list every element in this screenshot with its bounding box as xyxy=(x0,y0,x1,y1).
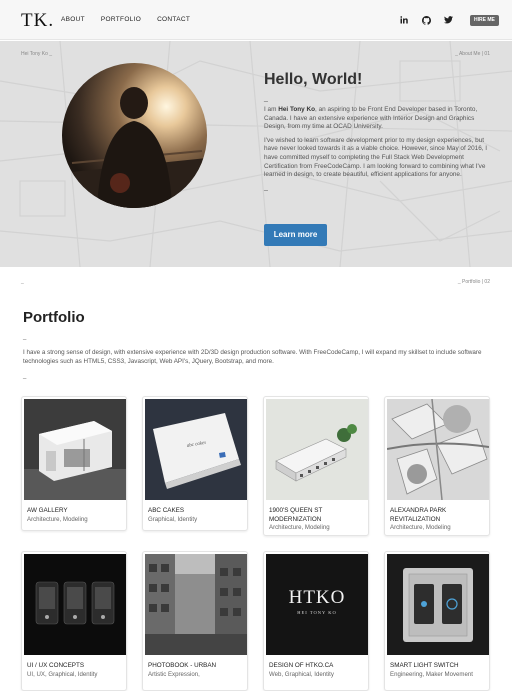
hero-tag-left: Hei Tony Ko _ xyxy=(21,51,53,57)
portfolio-card-ui-ux[interactable]: UI / UX CONCEPTS UI, UX, Graphical, Iden… xyxy=(21,551,127,691)
card-subtitle: Web, Graphical, Identity xyxy=(269,670,334,678)
card-title-text: AW GALLERY xyxy=(27,507,68,514)
portfolio-card-alexandra-park[interactable]: ALEXANDRA PARK REVITALIZATION Architectu… xyxy=(384,396,490,536)
github-icon[interactable] xyxy=(420,14,432,26)
portfolio-card-htko[interactable]: HTKO HEI TONY KO DESIGN OF HTKO.CA Web, … xyxy=(263,551,369,691)
portfolio-card-smart-switch[interactable]: SMART LIGHT SWITCH Engineering, Maker Mo… xyxy=(384,551,490,691)
card-title: SMART LIGHT SWITCH Engineering, Maker Mo… xyxy=(390,662,488,679)
card-subtitle: Graphical, Identity xyxy=(148,515,198,523)
hero-title: Hello, World! xyxy=(264,71,363,88)
portfolio-description: I have a strong sense of design, with ex… xyxy=(23,349,482,365)
social-links: HIRE ME xyxy=(398,14,499,26)
card-subtitle: Architecture, Modeling xyxy=(269,524,330,531)
card-subtitle: UI, UX, Graphical, Identity xyxy=(27,670,98,678)
project-thumbnail xyxy=(387,554,489,655)
card-title-text: PHOTOBOOK - URBAN xyxy=(148,662,217,669)
card-subtitle: Architecture, Modeling xyxy=(27,515,88,523)
nav-link-portfolio[interactable]: PORTFOLIO xyxy=(101,16,141,23)
card-title: PHOTOBOOK - URBAN Artistic Expression, xyxy=(148,662,246,679)
card-subtitle: Artistic Expression, xyxy=(148,670,200,678)
card-title: ABC CAKES Graphical, Identity xyxy=(148,507,246,524)
card-title: ALEXANDRA PARK REVITALIZATION Architectu… xyxy=(390,507,488,533)
divider-dash: _ xyxy=(23,373,27,379)
card-title-text: DESIGN OF HTKO.CA xyxy=(269,662,334,669)
linkedin-icon[interactable] xyxy=(398,14,410,26)
card-subtitle: Architecture, Modeling xyxy=(390,524,451,531)
card-title: DESIGN OF HTKO.CA Web, Graphical, Identi… xyxy=(269,662,367,679)
portfolio-card-photobook[interactable]: PHOTOBOOK - URBAN Artistic Expression, xyxy=(142,551,248,691)
card-title-text: 1900'S QUEEN ST MODERNIZATION xyxy=(269,507,323,523)
project-thumbnail xyxy=(387,399,489,500)
section-number-portfolio: _ Portfolio | 02 xyxy=(457,279,490,285)
portfolio-card-aw-gallery[interactable]: AW GALLERY Architecture, Modeling xyxy=(21,396,127,531)
top-navbar: TK. ABOUT PORTFOLIO CONTACT HIRE ME xyxy=(0,0,512,40)
nav-link-about[interactable]: ABOUT xyxy=(61,16,85,23)
card-subtitle: Engineering, Maker Movement xyxy=(390,670,473,678)
project-thumbnail xyxy=(24,554,126,655)
section-number-about: _ About Me | 01 xyxy=(455,51,490,57)
profile-avatar xyxy=(62,63,207,208)
portfolio-card-abc-cakes[interactable]: abc cakes ABC CAKES Graphical, Identity xyxy=(142,396,248,531)
about-paragraph-2: I've wished to learn software developmen… xyxy=(264,136,488,179)
site-logo[interactable]: TK. xyxy=(21,10,54,32)
card-title-text: UI / UX CONCEPTS xyxy=(27,662,85,669)
portfolio-card-queen-st[interactable]: 1900'S QUEEN ST MODERNIZATION Architectu… xyxy=(263,396,369,536)
about-section: Hei Tony Ko _ _ About Me | 01 Hello, Wor… xyxy=(0,41,512,267)
project-thumbnail xyxy=(266,399,368,500)
project-thumbnail xyxy=(145,554,247,655)
nav-link-contact[interactable]: CONTACT xyxy=(157,16,190,23)
learn-more-button[interactable]: Learn more xyxy=(264,224,327,246)
divider-dash: _ xyxy=(264,95,268,102)
portfolio-tag-left: _ xyxy=(21,279,24,285)
nav-links: ABOUT PORTFOLIO CONTACT xyxy=(61,16,206,23)
card-title-text: ABC CAKES xyxy=(148,507,185,514)
project-thumbnail: abc cakes xyxy=(145,399,247,500)
project-thumbnail: HTKO HEI TONY KO xyxy=(266,554,368,655)
card-title: UI / UX CONCEPTS UI, UX, Graphical, Iden… xyxy=(27,662,125,679)
card-title: 1900'S QUEEN ST MODERNIZATION Architectu… xyxy=(269,507,367,533)
divider-dash: _ xyxy=(264,183,268,191)
portfolio-title: Portfolio xyxy=(23,309,85,326)
card-title-text: ALEXANDRA PARK REVITALIZATION xyxy=(390,507,447,523)
htko-logo-text: HTKO xyxy=(288,587,346,608)
twitter-icon[interactable] xyxy=(442,14,454,26)
para1-prefix: I am xyxy=(264,106,279,113)
author-name: Hei Tony Ko xyxy=(278,106,316,113)
card-title: AW GALLERY Architecture, Modeling xyxy=(27,507,125,524)
hire-me-button[interactable]: HIRE ME xyxy=(470,14,499,26)
project-thumbnail xyxy=(24,399,126,500)
htko-logo-subtext: HEI TONY KO xyxy=(297,610,337,615)
about-text: Hello, World! _ I am Hei Tony Ko, an asp… xyxy=(264,71,490,192)
card-title-text: SMART LIGHT SWITCH xyxy=(390,662,459,669)
divider-dash: _ xyxy=(23,334,27,340)
about-paragraph-1: I am Hei Tony Ko, an aspiring to be Fron… xyxy=(264,106,490,132)
